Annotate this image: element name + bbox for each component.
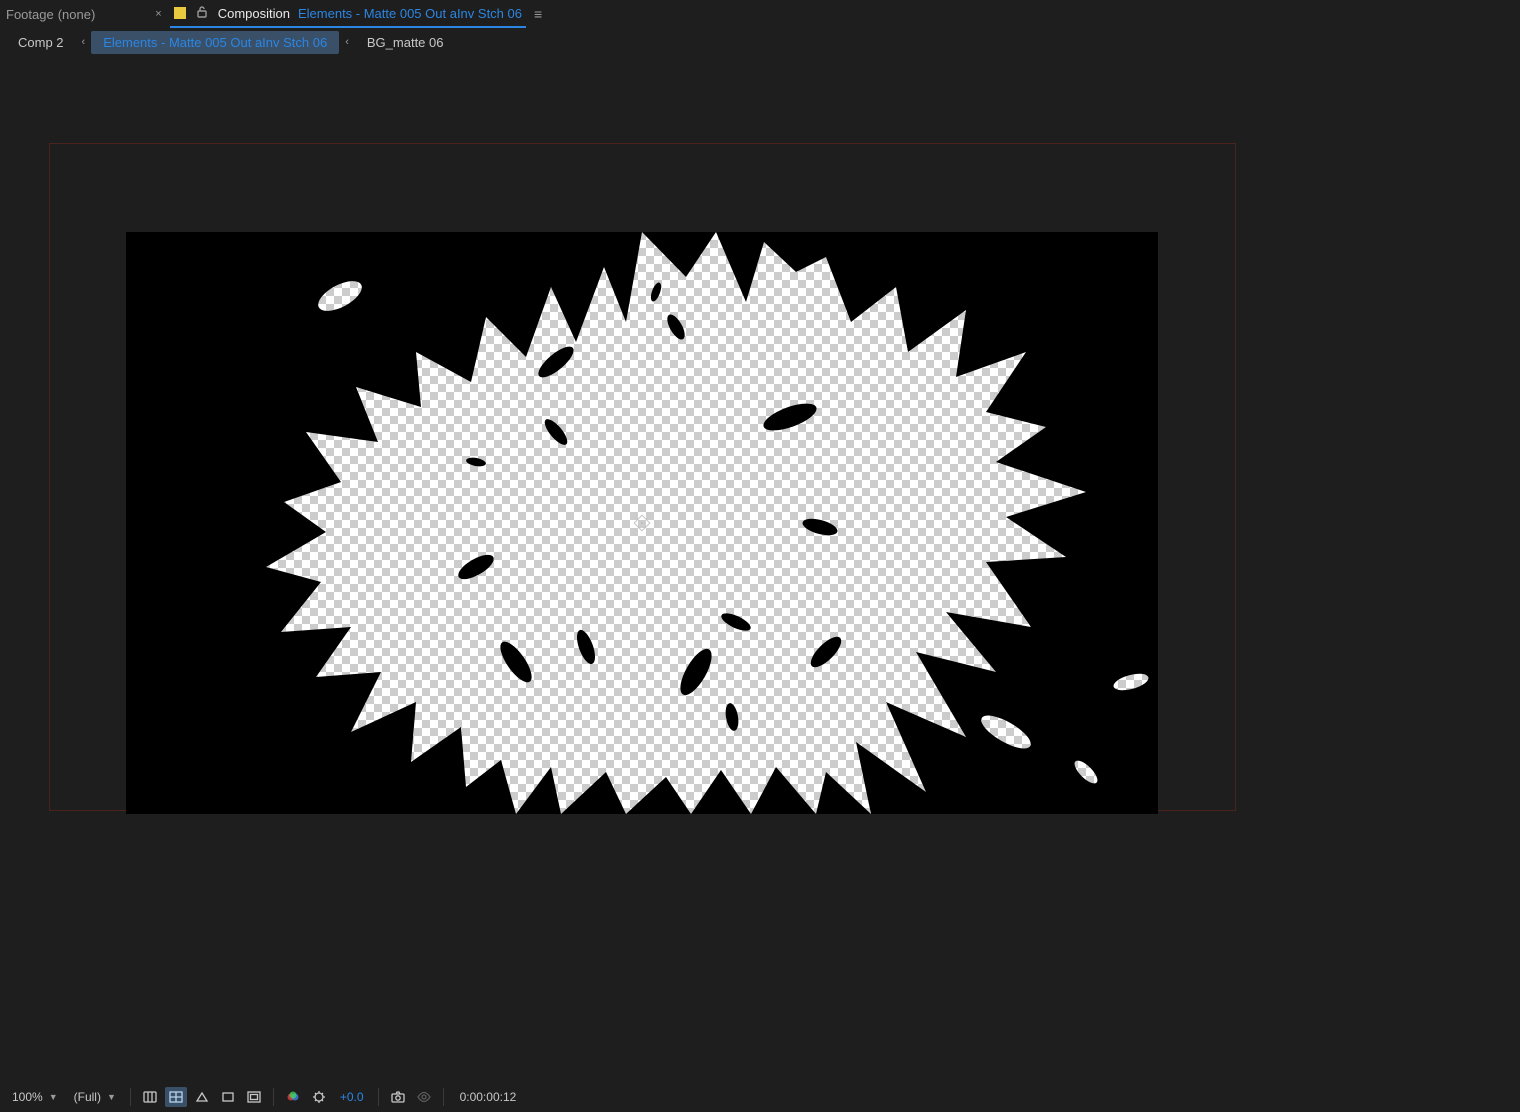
exposure-value[interactable]: +0.0 (334, 1090, 370, 1104)
composition-name[interactable]: Elements - Matte 005 Out aInv Stch 06 (298, 6, 522, 21)
reset-exposure-icon[interactable] (308, 1087, 330, 1107)
magnification-dropdown[interactable]: 100% ▼ (6, 1088, 64, 1106)
toolbar-divider (443, 1088, 444, 1106)
chevron-down-icon: ▼ (107, 1092, 116, 1102)
toolbar-divider (273, 1088, 274, 1106)
comp-color-swatch (174, 7, 186, 19)
viewer-toolbar: 100% ▼ (Full) ▼ +0.0 0:00:00:12 (0, 1082, 1520, 1112)
show-snapshot-icon[interactable] (413, 1087, 435, 1107)
canvas-content (126, 232, 1158, 814)
close-icon[interactable]: × (147, 0, 169, 28)
transparency-grid-icon[interactable] (165, 1087, 187, 1107)
footage-label: Footage (6, 7, 54, 22)
toolbar-divider (378, 1088, 379, 1106)
timecode-display[interactable]: 0:00:00:12 (452, 1090, 525, 1104)
grid-guides-icon[interactable] (243, 1087, 265, 1107)
resolution-dropdown[interactable]: (Full) ▼ (68, 1088, 122, 1106)
composition-type-label: Composition (218, 6, 290, 21)
composition-canvas[interactable] (126, 232, 1158, 814)
region-of-interest-icon[interactable] (217, 1087, 239, 1107)
magnification-value: 100% (12, 1090, 43, 1104)
tab-composition[interactable]: × Composition Elements - Matte 005 Out a… (147, 0, 550, 28)
breadcrumb-bg-matte[interactable]: BG_matte 06 (355, 31, 456, 54)
mask-visibility-icon[interactable] (191, 1087, 213, 1107)
unlock-icon[interactable] (194, 4, 210, 23)
resolution-value: (Full) (74, 1090, 101, 1104)
composition-viewer[interactable] (0, 56, 1520, 1082)
chevron-down-icon: ▼ (49, 1092, 58, 1102)
panel-header: Footage (none) × Composition Elements - … (0, 0, 1520, 28)
panel-menu-icon[interactable]: ≡ (526, 0, 550, 28)
chevron-left-icon[interactable]: ‹ (339, 36, 355, 48)
breadcrumb-comp2[interactable]: Comp 2 (6, 31, 76, 54)
toolbar-divider (130, 1088, 131, 1106)
fast-previews-icon[interactable] (139, 1087, 161, 1107)
breadcrumb-elements-matte[interactable]: Elements - Matte 005 Out aInv Stch 06 (91, 31, 339, 54)
breadcrumb-bar: Comp 2 ‹ Elements - Matte 005 Out aInv S… (0, 28, 1520, 56)
tab-body: Composition Elements - Matte 005 Out aIn… (170, 0, 526, 28)
chevron-left-icon[interactable]: ‹ (76, 36, 92, 48)
snapshot-icon[interactable] (387, 1087, 409, 1107)
channel-icon[interactable] (282, 1087, 304, 1107)
footage-value: (none) (58, 7, 96, 22)
